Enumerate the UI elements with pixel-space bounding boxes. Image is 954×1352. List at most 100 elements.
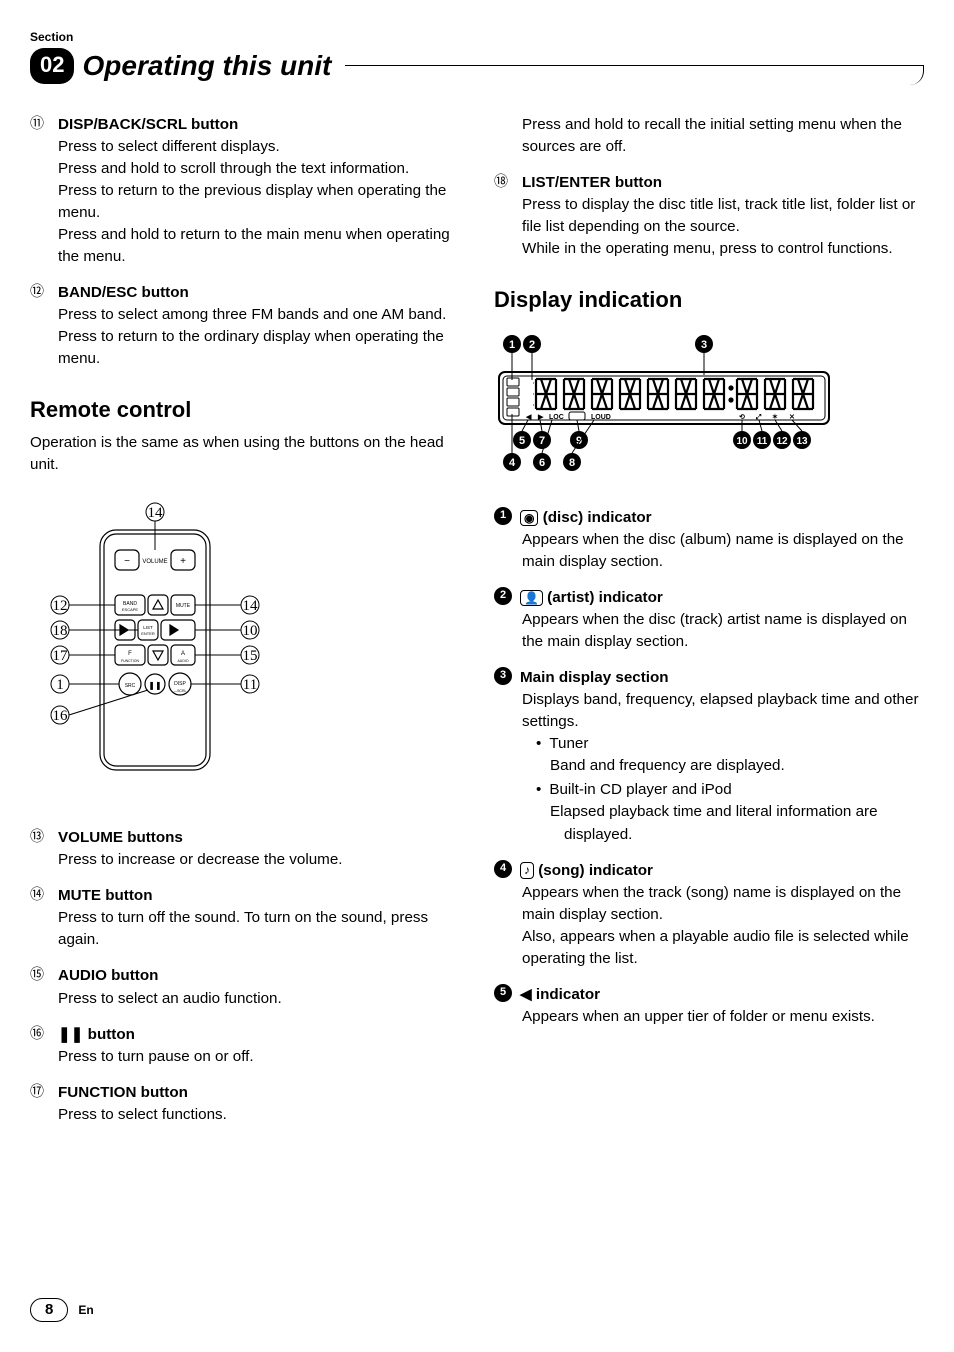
svg-text:—SCRL: —SCRL bbox=[174, 689, 187, 693]
svg-text:F: F bbox=[128, 651, 132, 657]
item-audio: ⑮ AUDIO button Press to select an audio … bbox=[30, 965, 460, 1009]
marker-black-3: 3 bbox=[494, 667, 512, 685]
svg-text:1: 1 bbox=[509, 339, 515, 351]
item-title: ◉ (disc) indicator bbox=[520, 507, 652, 529]
song-icon: ♪ bbox=[520, 862, 534, 878]
indicator-left-arrow: 5 ◀ indicator Appears when an upper tier… bbox=[494, 984, 924, 1028]
item-title: ♪ (song) indicator bbox=[520, 860, 653, 882]
item-title: VOLUME buttons bbox=[58, 827, 183, 849]
svg-text:ENTER: ENTER bbox=[141, 631, 155, 636]
display-indication-heading: Display indication bbox=[494, 284, 924, 316]
bullet-head: Tuner bbox=[549, 735, 588, 752]
svg-text:10: 10 bbox=[736, 436, 748, 447]
remote-control-diagram: − VOLUME + BAND ESCAPE MUTE LIST ENTER bbox=[30, 500, 280, 800]
svg-text:18: 18 bbox=[53, 623, 68, 639]
marker-13: ⑬ bbox=[30, 827, 50, 848]
item-body: Displays band, frequency, elapsed playba… bbox=[522, 689, 924, 845]
item-body: Appears when the disc (track) artist nam… bbox=[522, 609, 924, 653]
svg-text:LOC: LOC bbox=[549, 414, 564, 421]
svg-text:A: A bbox=[181, 651, 185, 657]
item-body: Press to select functions. bbox=[58, 1104, 460, 1126]
header-rule bbox=[345, 65, 924, 85]
page-number: 8 bbox=[30, 1298, 68, 1322]
indicator-artist: 2 👤 (artist) indicator Appears when the … bbox=[494, 587, 924, 653]
left-column: ⑪ DISP/BACK/SCRL button Press to select … bbox=[30, 114, 460, 1140]
svg-text:−: − bbox=[124, 556, 130, 567]
svg-text:2: 2 bbox=[529, 339, 535, 351]
section-number-badge: 02 bbox=[30, 48, 74, 84]
item-volume: ⑬ VOLUME buttons Press to increase or de… bbox=[30, 827, 460, 871]
svg-text:4: 4 bbox=[509, 457, 516, 469]
svg-text:✶: ✶ bbox=[772, 413, 778, 421]
item-body: Press to increase or decrease the volume… bbox=[58, 849, 460, 871]
svg-text:14: 14 bbox=[243, 598, 259, 614]
svg-text:AUDIO: AUDIO bbox=[177, 659, 188, 663]
marker-17: ⑰ bbox=[30, 1082, 50, 1103]
display-indication-diagram: 1 2 3 bbox=[494, 332, 834, 482]
item-title: ◀ indicator bbox=[520, 984, 600, 1006]
bullet-text: Band and frequency are displayed. bbox=[564, 755, 924, 777]
item-title: ❚❚ button bbox=[58, 1024, 135, 1046]
marker-18: ⑱ bbox=[494, 172, 514, 193]
svg-text:VOLUME: VOLUME bbox=[142, 559, 167, 565]
item-body: Press to turn off the sound. To turn on … bbox=[58, 907, 460, 951]
svg-text:LIST: LIST bbox=[143, 625, 153, 630]
item-body: Press to turn pause on or off. bbox=[58, 1046, 460, 1068]
item-body: Press to select different displays. Pres… bbox=[58, 136, 460, 268]
item-title: DISP/BACK/SCRL button bbox=[58, 114, 238, 136]
bullet-text: Elapsed playback time and literal inform… bbox=[564, 801, 924, 845]
item-body: Appears when the disc (album) name is di… bbox=[522, 529, 924, 573]
item-band-esc: ⑫ BAND/ESC button Press to select among … bbox=[30, 282, 460, 370]
remote-control-heading: Remote control bbox=[30, 394, 460, 426]
item17-continuation: Press and hold to recall the initial set… bbox=[522, 114, 924, 158]
item-body: Press to display the disc title list, tr… bbox=[522, 194, 924, 260]
item-title: BAND/ESC button bbox=[58, 282, 189, 304]
item-body: Appears when an upper tier of folder or … bbox=[522, 1006, 924, 1028]
svg-text:SRC: SRC bbox=[125, 683, 136, 689]
item-title: Main display section bbox=[520, 667, 669, 689]
item-body: Press to select an audio function. bbox=[58, 988, 460, 1010]
marker-16: ⑯ bbox=[30, 1024, 50, 1045]
svg-text:10: 10 bbox=[243, 623, 258, 639]
svg-text:12: 12 bbox=[776, 436, 788, 447]
svg-text:16: 16 bbox=[53, 708, 69, 724]
svg-text:8: 8 bbox=[569, 457, 575, 469]
page-header: 02 Operating this unit bbox=[30, 48, 924, 84]
item-disp-back-scrl: ⑪ DISP/BACK/SCRL button Press to select … bbox=[30, 114, 460, 268]
svg-text:✕: ✕ bbox=[789, 414, 795, 421]
svg-text:▶: ▶ bbox=[537, 414, 544, 421]
marker-11: ⑪ bbox=[30, 114, 50, 135]
item-body: Press to select among three FM bands and… bbox=[58, 304, 460, 370]
svg-text:15: 15 bbox=[243, 648, 258, 664]
section-label: Section bbox=[30, 30, 924, 44]
item-body: Appears when the track (song) name is di… bbox=[522, 882, 924, 970]
item-title: FUNCTION button bbox=[58, 1082, 188, 1104]
page-footer: 8 En bbox=[30, 1298, 94, 1322]
item-pause: ⑯ ❚❚ button Press to turn pause on or of… bbox=[30, 1024, 460, 1068]
svg-text:6: 6 bbox=[539, 457, 545, 469]
item-list-enter: ⑱ LIST/ENTER button Press to display the… bbox=[494, 172, 924, 260]
svg-text:⤢: ⤢ bbox=[756, 414, 762, 421]
marker-black-5: 5 bbox=[494, 984, 512, 1002]
svg-text:13: 13 bbox=[796, 436, 808, 447]
svg-text:FUNCTION: FUNCTION bbox=[121, 659, 140, 663]
svg-text:◀: ◀ bbox=[525, 414, 532, 421]
svg-text:LOUD: LOUD bbox=[591, 414, 611, 421]
svg-text:⟲: ⟲ bbox=[739, 414, 745, 421]
item-title: 👤 (artist) indicator bbox=[520, 587, 663, 609]
svg-text:1: 1 bbox=[56, 677, 64, 693]
svg-text:5: 5 bbox=[519, 435, 525, 447]
svg-text:+: + bbox=[180, 556, 186, 567]
indicator-song: 4 ♪ (song) indicator Appears when the tr… bbox=[494, 860, 924, 970]
item-function: ⑰ FUNCTION button Press to select functi… bbox=[30, 1082, 460, 1126]
item-title: LIST/ENTER button bbox=[522, 172, 662, 194]
marker-12: ⑫ bbox=[30, 282, 50, 303]
svg-text:DISP: DISP bbox=[174, 681, 186, 687]
remote-intro: Operation is the same as when using the … bbox=[30, 432, 460, 476]
svg-text:11: 11 bbox=[757, 436, 768, 447]
svg-text:11: 11 bbox=[243, 677, 257, 693]
indicator-disc: 1 ◉ (disc) indicator Appears when the di… bbox=[494, 507, 924, 573]
item-mute: ⑭ MUTE button Press to turn off the soun… bbox=[30, 885, 460, 951]
left-arrow-icon: ◀ bbox=[520, 986, 532, 1003]
svg-text:14: 14 bbox=[148, 505, 164, 521]
